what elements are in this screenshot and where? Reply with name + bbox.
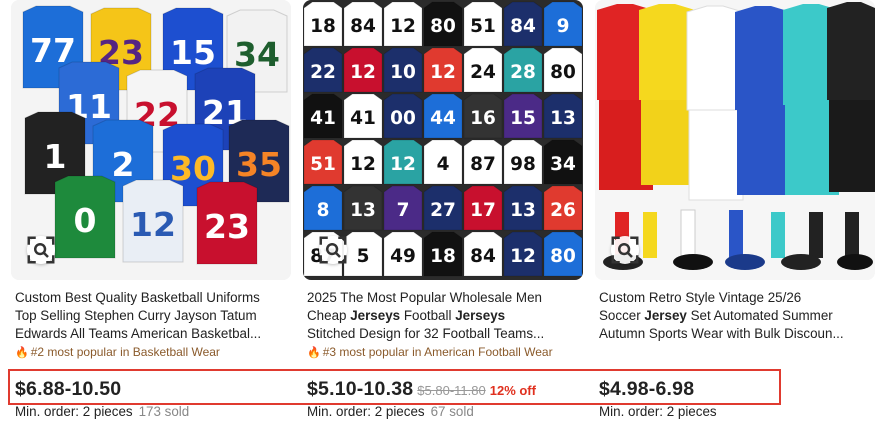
jersey-number: 12 — [390, 154, 416, 175]
jersey-number: 12 — [130, 205, 176, 244]
title-text: 2025 The Most Popular Wholesale Men — [307, 290, 542, 305]
sold-count: 67 sold — [430, 404, 474, 419]
min-order: Min. order: 2 pieces — [599, 404, 717, 419]
title-line: Stitched Design for 32 Football Teams... — [307, 325, 583, 343]
flame-icon: 🔥 — [307, 347, 321, 359]
jersey-number: 80 — [550, 62, 576, 83]
jersey-number: 12 — [350, 62, 376, 83]
title-text: Soccer — [599, 308, 645, 323]
title-line: Custom Retro Style Vintage 25/26 — [599, 289, 875, 307]
product-title[interactable]: Custom Best Quality Basketball Uniforms T… — [15, 289, 291, 343]
product-title[interactable]: Custom Retro Style Vintage 25/26 Soccer J… — [599, 289, 875, 343]
title-line: Autumn Sports Wear with Bulk Discoun... — [599, 325, 875, 343]
jersey-number: 13 — [510, 200, 536, 221]
jersey-number: 4 — [437, 154, 450, 175]
jersey-number: 16 — [470, 108, 496, 129]
jersey-number: 98 — [510, 154, 536, 175]
jersey-number: 2 — [112, 145, 135, 184]
title-text: Custom Best Quality Basketball Uniforms — [15, 290, 260, 305]
jersey-number: 12 — [390, 16, 416, 37]
jersey-number: 84 — [510, 16, 536, 37]
jersey-number: 28 — [510, 62, 536, 83]
jersey-number: 80 — [430, 16, 456, 37]
jersey-number: 49 — [390, 246, 416, 267]
original-price: $5.80-11.80 — [417, 383, 486, 398]
jersey-number: 12 — [510, 246, 536, 267]
sold-count: 173 sold — [138, 404, 190, 419]
title-keyword: Jersey — [644, 308, 687, 323]
product-title[interactable]: 2025 The Most Popular Wholesale Men Cheap… — [307, 289, 583, 343]
price-row: $4.98-6.98 — [599, 378, 694, 401]
jersey-number: 22 — [310, 62, 336, 83]
price-row: $5.10-10.38 $5.80-11.80 12% off — [307, 378, 536, 401]
jersey-number: 7 — [397, 200, 410, 221]
product-image[interactable] — [595, 0, 875, 280]
product-image[interactable]: 18 84 12 80 51 84 9 22 12 10 12 24 28 80 41 41 00 44 16 15 1… — [303, 0, 583, 280]
jersey-number: 23 — [204, 207, 250, 246]
title-line: Edwards All Teams American Basketbal... — [15, 325, 291, 343]
flame-icon: 🔥 — [15, 347, 29, 359]
jersey-number: 84 — [350, 16, 376, 37]
title-text: Custom Retro Style Vintage 25/26 — [599, 290, 802, 305]
title-line: Top Selling Stephen Curry Jayson Tatum — [15, 307, 291, 325]
jersey-number: 00 — [390, 108, 416, 129]
title-line: Custom Best Quality Basketball Uniforms — [15, 289, 291, 307]
jersey-number: 9 — [557, 16, 570, 37]
popularity-rank[interactable]: 🔥 #3 most popular in American Football We… — [307, 344, 583, 360]
jersey-number: 27 — [430, 200, 456, 221]
jersey-number: 10 — [390, 62, 416, 83]
jersey-number: 30 — [170, 149, 216, 188]
title-line: Cheap Jerseys Football Jerseys — [307, 307, 583, 325]
jersey-number: 12 — [430, 62, 456, 83]
jersey-number: 5 — [357, 246, 370, 267]
title-keyword: Jerseys — [455, 308, 506, 323]
price: $5.10-10.38 — [307, 378, 414, 400]
product-card[interactable]: 77 23 15 34 11 22 21 1 2 30 35 0 12 23 Custom Best Qu… — [11, 0, 291, 360]
discount-badge: 12% off — [489, 383, 536, 398]
jersey-number: 24 — [470, 62, 496, 83]
jersey-number: 87 — [470, 154, 496, 175]
jersey-number: 17 — [470, 200, 496, 221]
jersey-number: 18 — [310, 16, 336, 37]
title-keyword: Jerseys — [350, 308, 401, 323]
jersey-number: 15 — [510, 108, 536, 129]
title-text: Edwards All Teams American Basketbal... — [15, 326, 262, 341]
title-text: Top Selling Stephen Curry Jayson Tatum — [15, 308, 257, 323]
jersey-number: 13 — [350, 200, 376, 221]
image-search-icon[interactable] — [611, 236, 639, 264]
jersey-number: 15 — [170, 33, 216, 72]
jersey-number: 35 — [236, 145, 282, 184]
jersey-number: 13 — [550, 108, 576, 129]
title-line: Soccer Jersey Set Automated Summer — [599, 307, 875, 325]
popularity-rank[interactable]: 🔥 #2 most popular in Basketball Wear — [15, 344, 291, 360]
product-card[interactable]: 18 84 12 80 51 84 9 22 12 10 12 24 28 80 41 41 00 44 16 15 1… — [303, 0, 583, 360]
image-search-icon[interactable] — [27, 236, 55, 264]
product-card[interactable]: Custom Retro Style Vintage 25/26 Soccer J… — [595, 0, 875, 343]
jersey-number: 80 — [550, 246, 576, 267]
title-text: Set Automated Summer — [686, 308, 833, 323]
title-line: 2025 The Most Popular Wholesale Men — [307, 289, 583, 307]
jersey-number: 18 — [430, 246, 456, 267]
jersey-number: 51 — [470, 16, 496, 37]
jersey-number: 84 — [470, 246, 496, 267]
jersey-number: 44 — [430, 108, 456, 129]
min-order: Min. order: 2 pieces 173 sold — [15, 404, 190, 419]
jersey-number: 41 — [350, 108, 376, 129]
min-order: Min. order: 2 pieces 67 sold — [307, 404, 474, 419]
title-text: Stitched Design for 32 Football Teams... — [307, 326, 545, 341]
title-text: Autumn Sports Wear with Bulk Discoun... — [599, 326, 844, 341]
price-row: $6.88-10.50 — [15, 378, 121, 401]
jersey-number: 12 — [350, 154, 376, 175]
title-text: Football — [400, 308, 456, 323]
title-text: Cheap — [307, 308, 351, 323]
price: $4.98-6.98 — [599, 378, 695, 400]
jersey-number: 34 — [550, 154, 576, 175]
jersey-number: 26 — [550, 200, 576, 221]
jersey-number: 0 — [74, 201, 97, 240]
image-search-icon[interactable] — [319, 236, 347, 264]
price: $6.88-10.50 — [15, 378, 122, 400]
product-image[interactable]: 77 23 15 34 11 22 21 1 2 30 35 0 12 23 — [11, 0, 291, 280]
